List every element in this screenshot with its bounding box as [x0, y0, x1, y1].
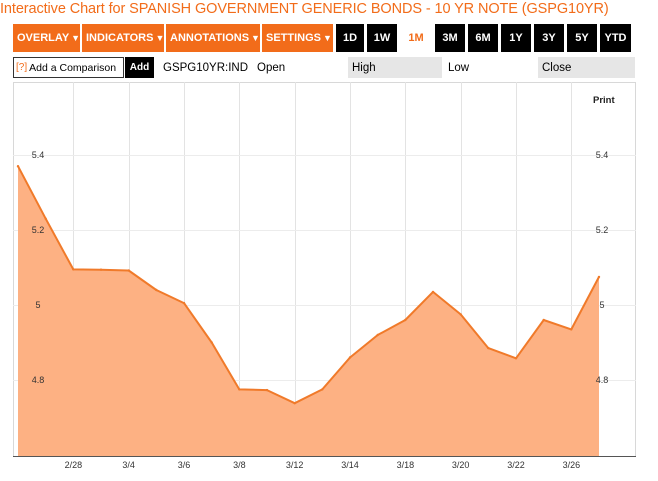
data-point: [44, 217, 47, 220]
settings-menu-label: SETTINGS: [266, 32, 322, 44]
data-point: [321, 388, 324, 391]
y-tick-label-right: 5.2: [596, 225, 609, 235]
ticker-symbol: GSPG10YR:IND: [163, 61, 248, 74]
y-tick-label-left: 5: [35, 300, 40, 310]
data-point: [542, 318, 545, 322]
area-fill: [18, 166, 599, 456]
chart: 2/28 3/4 3/6 3/8 3/12 3/14 3/18 3/20 3/22 3/26 4.8…: [13, 82, 636, 476]
y-tick-label-left: 5.2: [32, 225, 45, 235]
settings-menu[interactable]: SETTINGS ▼: [262, 24, 333, 52]
x-tick-label: 3/20: [452, 460, 470, 470]
x-tick-label: 3/6: [178, 460, 191, 470]
x-tick-label: 3/14: [341, 460, 359, 470]
data-point: [155, 288, 158, 292]
range-5y-button[interactable]: 5Y: [567, 24, 597, 52]
y-tick-label-right: 5.4: [596, 150, 609, 160]
range-ytd-button[interactable]: YTD: [600, 24, 631, 52]
data-point: [265, 388, 269, 392]
range-1m-button[interactable]: 1M: [400, 24, 432, 52]
data-point: [127, 269, 130, 272]
chevron-down-icon: ▼: [71, 33, 81, 43]
data-point: [238, 388, 241, 391]
help-icon[interactable]: [?]: [16, 62, 27, 73]
close-field: Close: [538, 57, 635, 78]
page-title: Interactive Chart for SPANISH GOVERNMENT…: [0, 1, 609, 17]
data-point: [99, 268, 103, 271]
overlay-menu-label: OVERLAY: [17, 32, 70, 44]
data-point: [182, 301, 186, 305]
x-tick-label: 3/26: [563, 460, 581, 470]
overlay-menu[interactable]: OVERLAY ▼: [13, 24, 80, 52]
y-tick-label-left: 4.8: [32, 375, 45, 385]
y-tick-label-right: 4.8: [596, 375, 609, 385]
data-point: [293, 402, 296, 405]
chevron-down-icon: ▼: [323, 33, 332, 43]
range-selector: 1D 1W 1M 3M 6M 1Y 3Y 5Y YTD: [336, 24, 634, 52]
toolbar: OVERLAY ▼ INDICATORS ▼ ANNOTATIONS ▼ SETTIN…: [13, 24, 335, 52]
high-field: High: [348, 57, 442, 78]
data-point: [376, 333, 379, 337]
chevron-down-icon: ▼: [251, 33, 260, 43]
range-1y-button[interactable]: 1Y: [501, 24, 531, 52]
range-1d-button[interactable]: 1D: [336, 24, 364, 52]
data-point: [404, 318, 407, 322]
x-tick-label: 2/28: [65, 460, 83, 470]
chart-svg: 2/28 3/4 3/6 3/8 3/12 3/14 3/18 3/20 3/22 3/26 4.8…: [13, 82, 636, 470]
annotations-menu-label: ANNOTATIONS: [170, 32, 250, 44]
add-comparison-button[interactable]: Add: [125, 57, 154, 78]
chevron-down-icon: ▼: [155, 33, 165, 43]
data-point: [72, 268, 75, 271]
data-point: [597, 275, 601, 279]
data-point: [487, 346, 490, 350]
x-tick-label: 3/22: [507, 460, 525, 470]
data-point: [570, 328, 573, 331]
indicators-menu-label: INDICATORS: [86, 32, 154, 44]
low-field: Low: [448, 61, 470, 74]
y-tick-label-left: 5.4: [32, 150, 45, 160]
comparison-input[interactable]: [?] Add a Comparison: [13, 57, 124, 78]
comparison-placeholder: Add a Comparison: [29, 61, 117, 74]
annotations-menu[interactable]: ANNOTATIONS ▼: [166, 24, 260, 52]
range-6m-button[interactable]: 6M: [468, 24, 498, 52]
data-point: [459, 313, 462, 316]
y-tick-label-right: 5: [599, 300, 604, 310]
range-3m-button[interactable]: 3M: [435, 24, 465, 52]
x-tick-label: 3/8: [233, 460, 246, 470]
x-tick-label: 3/12: [286, 460, 304, 470]
x-tick-label: 3/18: [397, 460, 415, 470]
x-tick-label: 3/4: [122, 460, 135, 470]
data-point: [16, 165, 20, 168]
range-1w-button[interactable]: 1W: [367, 24, 397, 52]
data-point: [210, 341, 213, 344]
data-point: [348, 356, 352, 359]
data-point: [431, 290, 435, 294]
range-3y-button[interactable]: 3Y: [534, 24, 564, 52]
open-field: Open: [257, 61, 286, 74]
data-point: [514, 357, 518, 360]
indicators-menu[interactable]: INDICATORS ▼: [82, 24, 164, 52]
